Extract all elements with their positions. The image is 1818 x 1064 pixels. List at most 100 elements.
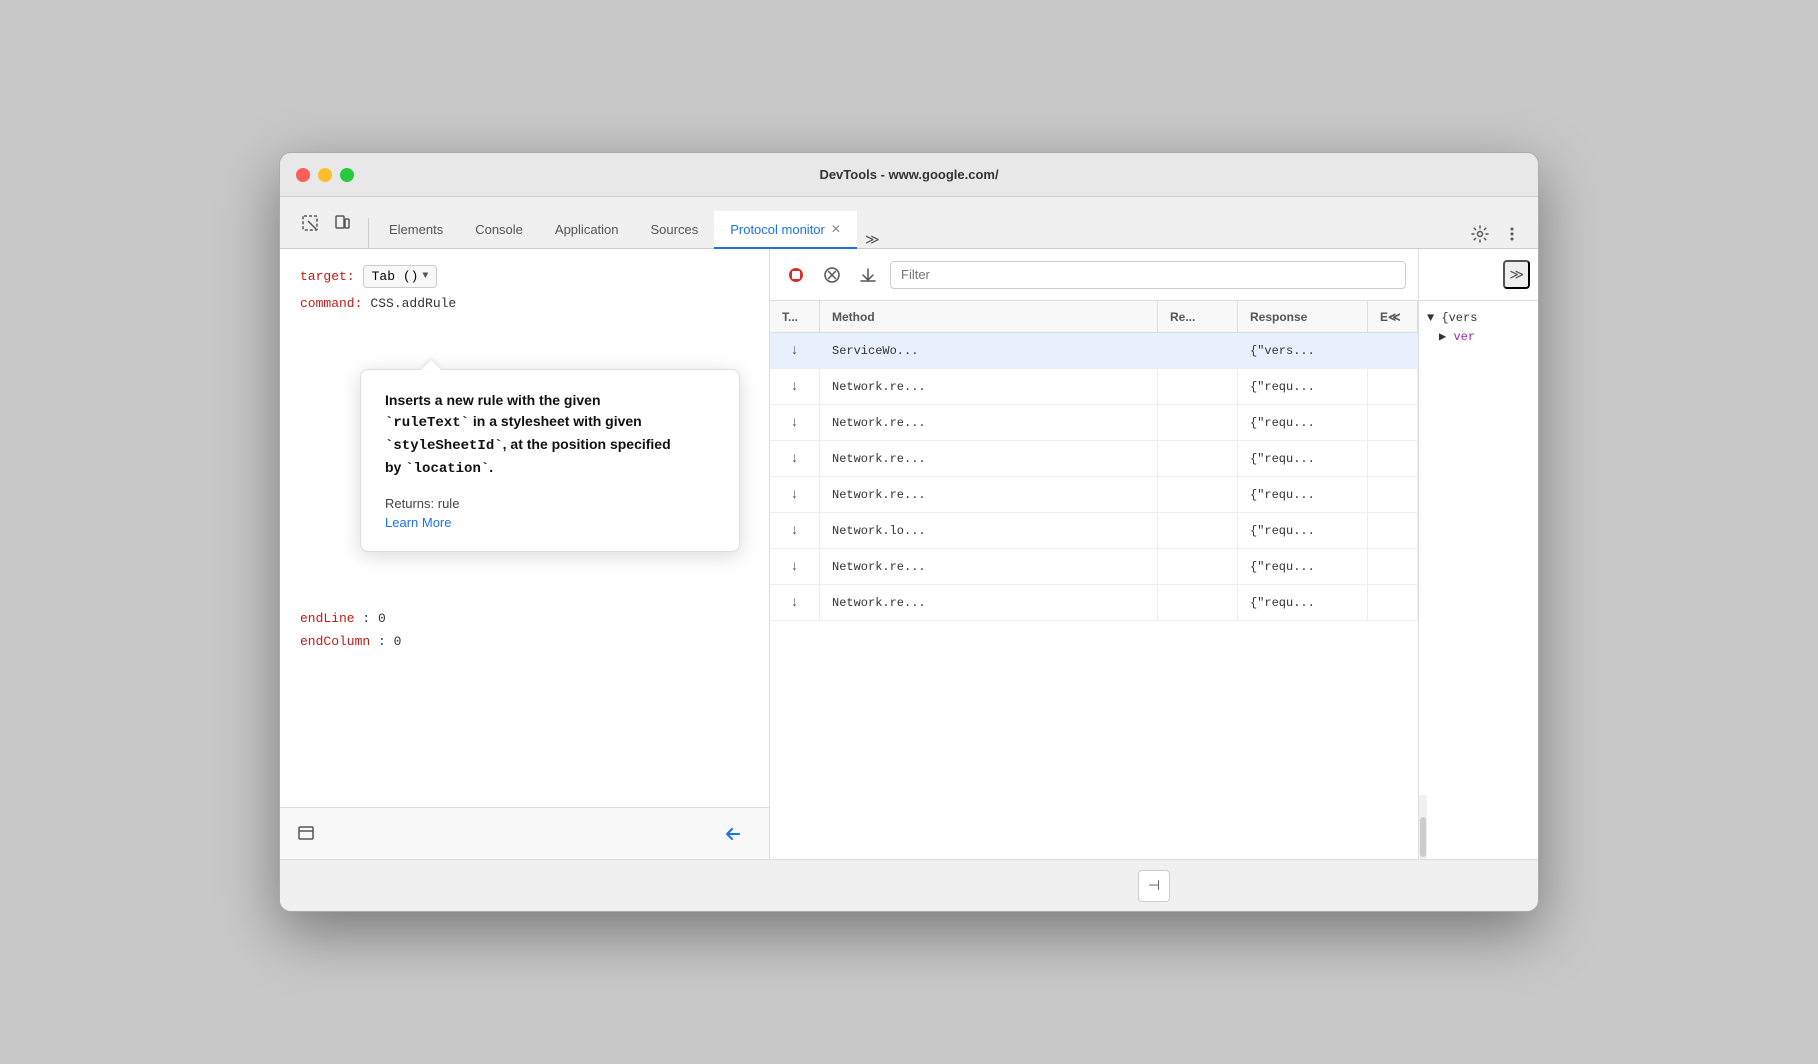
target-dropdown[interactable]: Tab () ▼ <box>363 265 438 288</box>
col-header-re: Re... <box>1158 301 1238 332</box>
tab-elements[interactable]: Elements <box>373 211 459 249</box>
device-toolbar-icon[interactable] <box>328 209 356 237</box>
main-content: target: Tab () ▼ command: CSS.addRule In… <box>280 249 1538 859</box>
row-re <box>1158 549 1238 584</box>
row-type: ↓ <box>770 369 820 404</box>
row-e <box>1368 477 1418 512</box>
left-panel: target: Tab () ▼ command: CSS.addRule In… <box>280 249 770 859</box>
table-row[interactable]: ↓ Network.re... {"requ... <box>770 405 1418 441</box>
settings-icon[interactable] <box>1466 220 1494 248</box>
row-re <box>1158 369 1238 404</box>
tab-bar: Elements Console Application Sources Pro… <box>280 197 1538 249</box>
end-column-value: 0 <box>394 634 402 649</box>
title-bar: DevTools - www.google.com/ <box>280 153 1538 197</box>
learn-more-link[interactable]: Learn More <box>385 515 451 530</box>
close-button[interactable] <box>296 168 310 182</box>
table-row[interactable]: ↓ Network.re... {"requ... <box>770 585 1418 621</box>
protocol-toolbar <box>770 249 1418 301</box>
row-e <box>1368 369 1418 404</box>
detail-content: ▼ {vers ▶ ver <box>1419 301 1538 795</box>
minimize-button[interactable] <box>318 168 332 182</box>
filter-input[interactable] <box>890 261 1406 289</box>
inspect-element-icon[interactable] <box>296 209 324 237</box>
target-label: target: <box>300 269 355 284</box>
tooltip-arrow <box>421 360 441 370</box>
row-method: Network.re... <box>820 405 1158 440</box>
tab-separator <box>368 218 369 248</box>
row-response: {"requ... <box>1238 477 1368 512</box>
row-e <box>1368 333 1418 368</box>
tooltip-returns: Returns: rule <box>385 496 715 511</box>
end-line-key: endLine <box>300 611 355 626</box>
clear-button[interactable] <box>818 261 846 289</box>
row-re <box>1158 333 1238 368</box>
tab-actions <box>1466 220 1538 248</box>
protocol-monitor-panel: T... Method Re... Response E≪ <box>770 249 1418 859</box>
command-row: command: CSS.addRule <box>300 296 749 311</box>
send-command-button[interactable] <box>717 818 749 850</box>
col-header-e: E≪ <box>1368 301 1418 332</box>
bottom-bar: ⊣ <box>280 859 1538 911</box>
tab-console[interactable]: Console <box>459 211 539 249</box>
table-row[interactable]: ↓ Network.re... {"requ... <box>770 477 1418 513</box>
row-re <box>1158 585 1238 620</box>
row-e <box>1368 549 1418 584</box>
table-row[interactable]: ↓ Network.re... {"requ... <box>770 549 1418 585</box>
expand-detail-button[interactable]: ≫ <box>1503 260 1530 289</box>
maximize-button[interactable] <box>340 168 354 182</box>
table-row[interactable]: ↓ Network.re... {"requ... <box>770 441 1418 477</box>
col-header-method: Method <box>820 301 1158 332</box>
end-column-key: endColumn <box>300 634 370 649</box>
detail-toolbar: ≫ <box>1419 249 1538 301</box>
window-controls <box>296 168 354 182</box>
end-column-colon: : <box>370 634 393 649</box>
row-method: ServiceWo... <box>820 333 1158 368</box>
end-line-row: endLine : 0 <box>300 611 749 626</box>
row-type: ↓ <box>770 549 820 584</box>
row-e <box>1368 441 1418 476</box>
table-rows: ↓ ServiceWo... {"vers... ↓ Network.re...… <box>770 333 1418 621</box>
scrollbar-track <box>1419 795 1427 859</box>
table-row[interactable]: ↓ Network.lo... {"requ... <box>770 513 1418 549</box>
row-method: Network.re... <box>820 477 1158 512</box>
table-row[interactable]: ↓ ServiceWo... {"vers... <box>770 333 1418 369</box>
new-tab-icon[interactable] <box>292 820 320 848</box>
bottom-right: ⊣ <box>782 870 1526 902</box>
tab-application[interactable]: Application <box>539 211 635 249</box>
row-type: ↓ <box>770 441 820 476</box>
tab-overflow-button[interactable]: ≫ <box>857 231 888 248</box>
row-re <box>1158 513 1238 548</box>
row-method: Network.re... <box>820 549 1158 584</box>
protocol-table: T... Method Re... Response E≪ <box>770 301 1418 859</box>
row-e <box>1368 513 1418 548</box>
table-header: T... Method Re... Response E≪ <box>770 301 1418 333</box>
tab-close-icon[interactable]: ✕ <box>831 222 841 236</box>
col-header-response: Response <box>1238 301 1368 332</box>
row-method: Network.lo... <box>820 513 1158 548</box>
target-row: target: Tab () ▼ <box>300 265 749 288</box>
tab-sources[interactable]: Sources <box>635 211 715 249</box>
end-line-colon: : <box>355 611 378 626</box>
scrollbar-thumb[interactable] <box>1420 817 1426 857</box>
command-value: CSS.addRule <box>370 296 456 311</box>
row-re <box>1158 405 1238 440</box>
row-type: ↓ <box>770 333 820 368</box>
left-panel-body: target: Tab () ▼ command: CSS.addRule In… <box>280 249 769 807</box>
stop-recording-button[interactable] <box>782 261 810 289</box>
row-response: {"requ... <box>1238 585 1368 620</box>
row-e <box>1368 405 1418 440</box>
more-options-icon[interactable] <box>1498 220 1526 248</box>
tab-protocol-monitor[interactable]: Protocol monitor ✕ <box>714 211 857 249</box>
row-response: {"requ... <box>1238 369 1368 404</box>
row-response: {"requ... <box>1238 441 1368 476</box>
row-type: ↓ <box>770 585 820 620</box>
tooltip-popup: Inserts a new rule with the given `ruleT… <box>360 369 740 552</box>
row-type: ↓ <box>770 477 820 512</box>
toggle-panel-button[interactable]: ⊣ <box>1138 870 1170 902</box>
save-button[interactable] <box>854 261 882 289</box>
table-row[interactable]: ↓ Network.re... {"requ... <box>770 369 1418 405</box>
row-response: {"requ... <box>1238 405 1368 440</box>
end-column-row: endColumn : 0 <box>300 634 749 649</box>
row-method: Network.re... <box>820 585 1158 620</box>
row-response: {"requ... <box>1238 513 1368 548</box>
